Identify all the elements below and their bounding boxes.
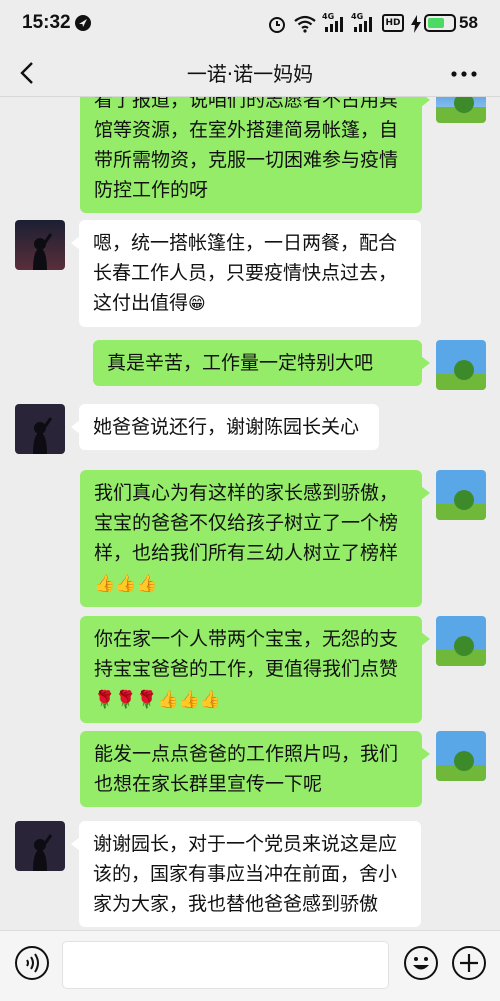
signal-4g-icon-2: 4G bbox=[351, 12, 375, 34]
chat-area[interactable]: 看了报道，说咱们的志愿者不占用宾馆等资源，在室外搭建简易帐篷，自带所需物资，克服… bbox=[0, 97, 500, 930]
chat-header: 一诺·诺一妈妈 bbox=[0, 50, 500, 97]
self-avatar[interactable] bbox=[436, 731, 486, 781]
battery-icon bbox=[424, 14, 456, 32]
message-text: 我们真心为有这样的家长感到骄傲，宝宝的爸爸不仅给孩子树立了一个榜样，也给我们所有… bbox=[94, 482, 399, 564]
voice-icon[interactable] bbox=[14, 945, 50, 981]
contact-avatar[interactable] bbox=[15, 821, 65, 871]
navigation-icon bbox=[75, 15, 91, 31]
emoji-icon[interactable] bbox=[403, 945, 439, 981]
message-text: 谢谢园长，对于一个党员来说这是应该的，国家有事应当冲在前面，舍小家为大家，我也替… bbox=[93, 833, 398, 915]
battery-level: 58 bbox=[459, 13, 478, 32]
self-avatar[interactable] bbox=[436, 470, 486, 520]
chat-title: 一诺·诺一妈妈 bbox=[186, 62, 314, 86]
message-bubble-sent[interactable]: 看了报道，说咱们的志愿者不占用宾馆等资源，在室外搭建简易帐篷，自带所需物资，克服… bbox=[80, 97, 430, 213]
self-avatar[interactable] bbox=[436, 616, 486, 666]
message-text: 她爸爸说还行，谢谢陈园长关心 bbox=[93, 416, 360, 438]
message-bubble-sent[interactable]: 我们真心为有这样的家长感到骄傲，宝宝的爸爸不仅给孩子树立了一个榜样，也给我们所有… bbox=[80, 470, 430, 607]
message-bubble-received[interactable]: 她爸爸说还行，谢谢陈园长关心 bbox=[71, 404, 379, 450]
hd-voice-icon: HD bbox=[382, 14, 404, 32]
self-avatar[interactable] bbox=[436, 97, 486, 123]
message-text: 嗯，统一搭帐篷住，一日两餐，配合长春工作人员，只要疫情快点过去，这付出值得 bbox=[93, 232, 398, 314]
message-input[interactable] bbox=[62, 941, 389, 989]
message-text: 能发一点点爸爸的工作照片吗，我们也想在家长群里宣传一下呢 bbox=[94, 743, 399, 795]
alarm-icon bbox=[269, 17, 285, 33]
charging-icon bbox=[411, 15, 421, 33]
contact-avatar[interactable] bbox=[15, 404, 65, 454]
message-text: 看了报道，说咱们的志愿者不占用宾馆等资源，在室外搭建简易帐篷，自带所需物资，克服… bbox=[94, 97, 399, 201]
message-bubble-sent[interactable]: 你在家一个人带两个宝宝，无怨的支持宝宝爸爸的工作，更值得我们点赞 🌹🌹🌹👍👍👍 bbox=[80, 616, 430, 723]
grin-emoji: 😁 bbox=[188, 294, 206, 314]
input-bar bbox=[0, 930, 500, 1001]
self-avatar[interactable] bbox=[436, 340, 486, 390]
status-time: 15:32 bbox=[22, 12, 71, 33]
message-text: 真是辛苦，工作量一定特别大吧 bbox=[107, 352, 374, 374]
wifi-icon bbox=[294, 15, 316, 33]
message-bubble-sent[interactable]: 能发一点点爸爸的工作照片吗，我们也想在家长群里宣传一下呢 bbox=[80, 731, 430, 807]
message-bubble-sent[interactable]: 真是辛苦，工作量一定特别大吧 bbox=[93, 340, 430, 386]
message-bubble-received[interactable]: 谢谢园长，对于一个党员来说这是应该的，国家有事应当冲在前面，舍小家为大家，我也替… bbox=[71, 821, 421, 927]
rose-thumbs-emoji: 🌹🌹🌹👍👍👍 bbox=[94, 690, 222, 710]
message-text: 你在家一个人带两个宝宝，无怨的支持宝宝爸爸的工作，更值得我们点赞 bbox=[94, 628, 399, 680]
thumbs-up-emoji: 👍👍👍 bbox=[94, 574, 158, 594]
contact-avatar[interactable] bbox=[15, 220, 65, 270]
message-bubble-received[interactable]: 嗯，统一搭帐篷住，一日两餐，配合长春工作人员，只要疫情快点过去，这付出值得😁 bbox=[71, 220, 421, 327]
more-dots-icon[interactable] bbox=[446, 56, 482, 90]
signal-4g-icon: 4G bbox=[322, 12, 346, 34]
plus-icon[interactable] bbox=[451, 945, 487, 981]
status-bar: 15:32 4G 4G HD 58 bbox=[0, 0, 500, 50]
